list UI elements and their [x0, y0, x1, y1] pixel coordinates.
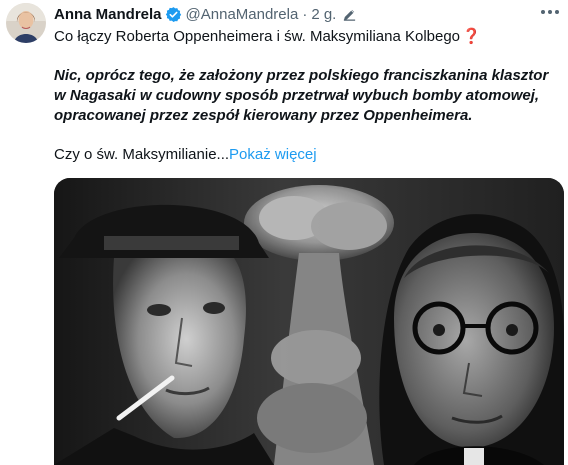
author-name[interactable]: Anna Mandrela — [54, 6, 162, 23]
more-options-icon[interactable] — [538, 2, 562, 22]
tweet-question-text: Co łączy Roberta Oppenheimera i św. Maks… — [54, 28, 461, 45]
tweet-text: Co łączy Roberta Oppenheimera i św. Maks… — [54, 27, 560, 165]
tweet-bold-paragraph: Nic, oprócz tego, że założony przez pols… — [54, 67, 549, 124]
verified-badge-icon — [165, 6, 182, 23]
show-more-link[interactable]: Pokaż więcej — [229, 146, 317, 163]
question-mark-emoji-icon: ❓ — [462, 28, 481, 45]
author-handle[interactable]: @AnnaMandrela — [186, 6, 299, 23]
tweet-header: Anna Mandrela @AnnaMandrela · 2 g. — [54, 4, 558, 24]
tweet-media-image[interactable] — [54, 178, 564, 465]
tweet-teaser: Czy o św. Maksymilianie... — [54, 146, 230, 163]
collage-photo — [54, 178, 564, 465]
avatar[interactable] — [6, 3, 46, 43]
tweet-time[interactable]: 2 g. — [311, 6, 336, 23]
man-with-glasses — [379, 214, 564, 465]
separator-dot: · — [302, 5, 308, 23]
tweet-line-question: Co łączy Roberta Oppenheimera i św. Maks… — [54, 27, 560, 47]
pencil-icon[interactable] — [342, 7, 357, 22]
